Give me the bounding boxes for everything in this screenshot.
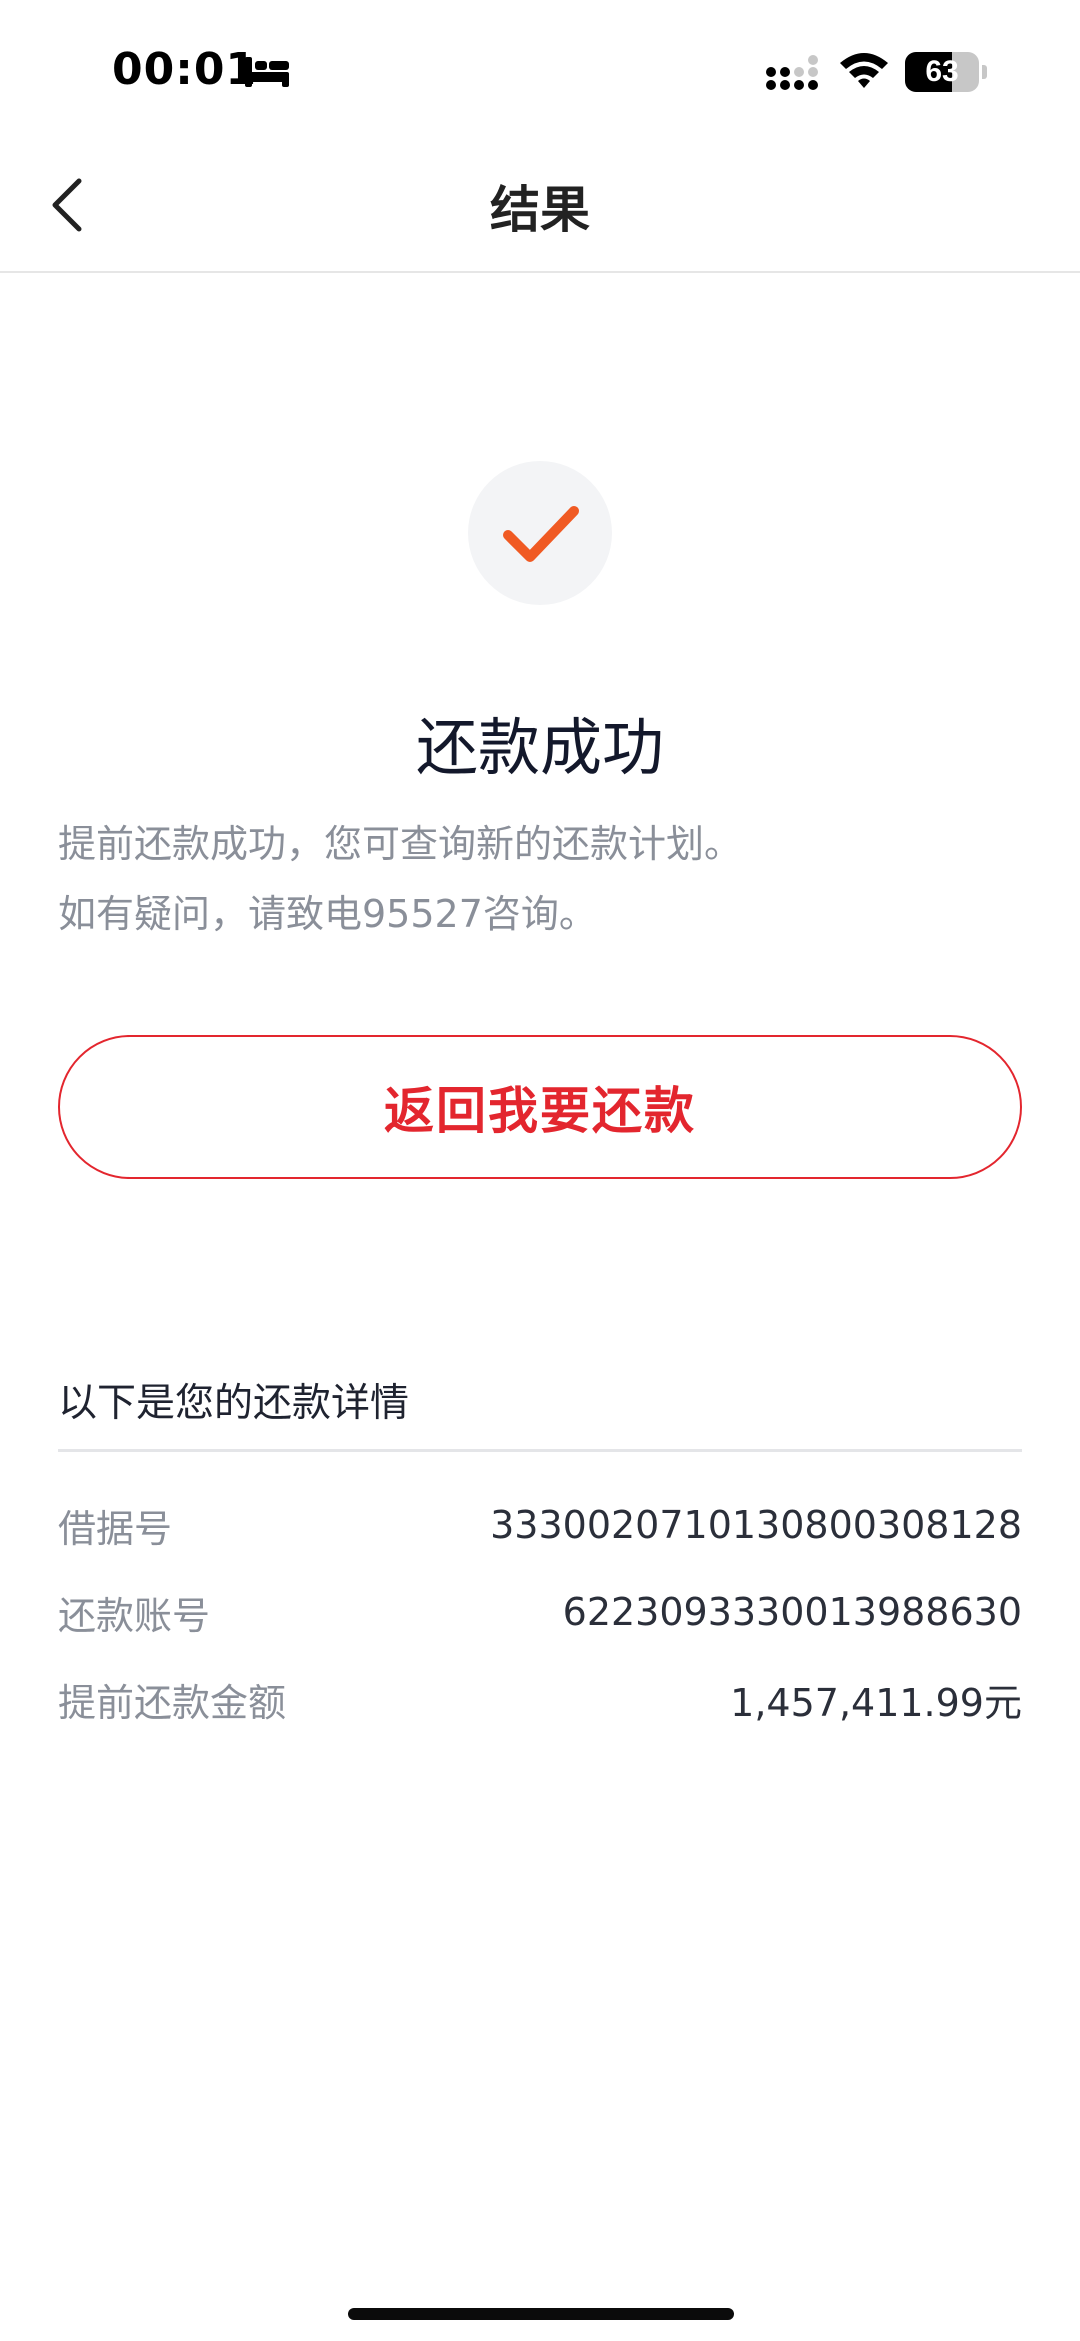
detail-row-loan-number: 借据号 3330020710130800308128 — [58, 1495, 1022, 1555]
result-description-line1: 提前还款成功，您可查询新的还款计划。 — [58, 822, 743, 866]
details-header: 以下是您的还款详情 — [58, 1381, 410, 1426]
nav-bar: 结果 — [0, 140, 1080, 273]
result-description-line2: 如有疑问，请致电95527咨询。 — [58, 892, 597, 936]
page-title: 结果 — [490, 181, 590, 239]
detail-row-repayment-account: 还款账号 6223093330013988630 — [58, 1582, 1022, 1642]
detail-value: 3330020710130800308128 — [490, 1503, 1022, 1547]
battery-icon: 63 — [905, 52, 987, 92]
sleep-icon — [245, 57, 289, 87]
return-to-repayment-button[interactable]: 返回我要还款 — [58, 1035, 1022, 1179]
home-indicator[interactable] — [348, 2308, 734, 2320]
detail-value: 1,457,411.99元 — [730, 1680, 1022, 1725]
detail-row-prepayment-amount: 提前还款金额 1,457,411.99元 — [58, 1669, 1022, 1729]
battery-level: 63 — [925, 55, 959, 88]
success-badge — [468, 461, 612, 605]
status-time: 00:01 — [112, 44, 258, 95]
detail-label: 还款账号 — [58, 1593, 211, 1638]
detail-label: 提前还款金额 — [58, 1680, 287, 1725]
detail-label: 借据号 — [58, 1506, 173, 1551]
wifi-icon — [840, 53, 888, 88]
details-divider — [58, 1449, 1022, 1452]
detail-value: 6223093330013988630 — [562, 1590, 1022, 1634]
cellular-signal-icon — [766, 55, 818, 90]
status-bar: 00:01 63 — [0, 0, 1080, 140]
chevron-left-icon — [52, 178, 82, 232]
checkmark-icon — [503, 506, 579, 562]
result-title: 还款成功 — [415, 711, 664, 784]
back-button[interactable] — [32, 160, 102, 250]
